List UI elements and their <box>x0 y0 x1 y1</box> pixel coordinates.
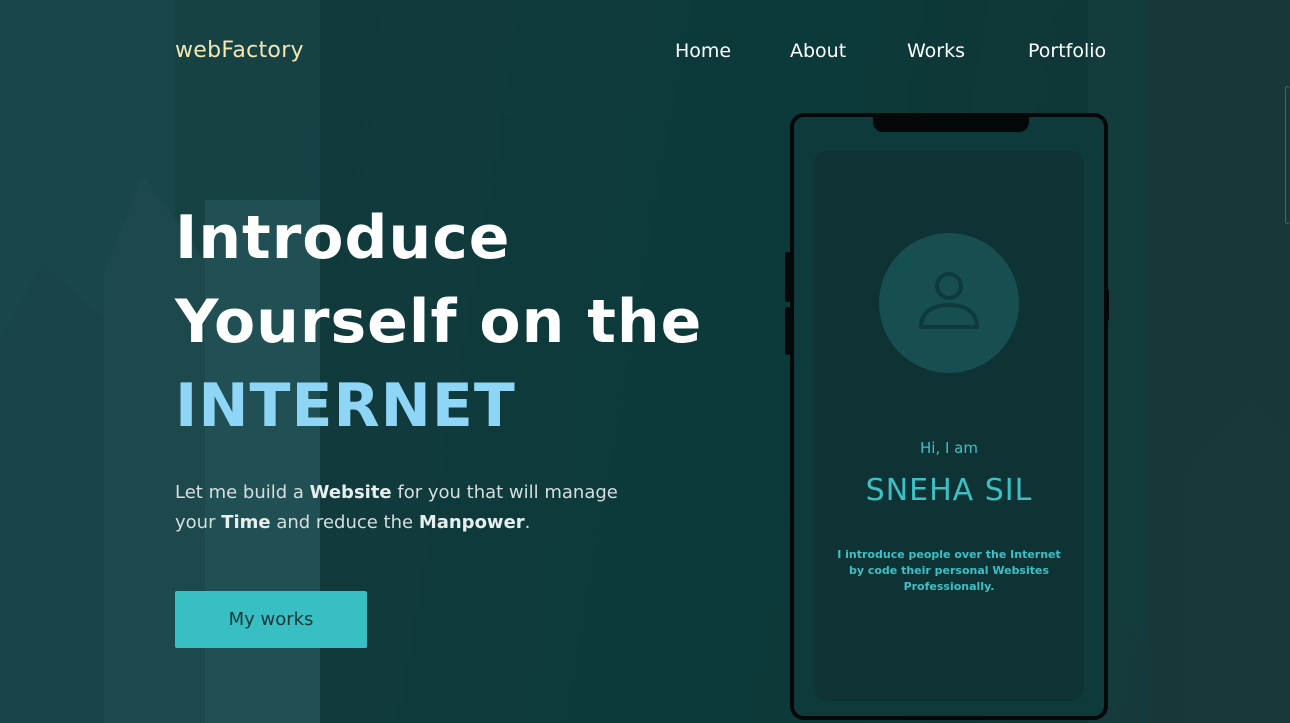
subtitle-text: and reduce the <box>270 512 419 533</box>
phone-mockup: Hi, I am SNEHA SIL I introduce people ov… <box>785 113 1109 720</box>
phone-side-button <box>1104 289 1109 321</box>
scrollbar[interactable] <box>1285 86 1290 224</box>
my-works-button[interactable]: My works <box>175 591 367 648</box>
phone-screen: Hi, I am SNEHA SIL I introduce people ov… <box>814 151 1084 701</box>
main-nav: Home About Works Portfolio <box>0 40 1290 70</box>
hero-headline: Introduce Yourself on the INTERNET <box>175 196 702 448</box>
nav-item-home[interactable]: Home <box>675 40 731 62</box>
phone-notch <box>873 115 1029 132</box>
nav-item-works[interactable]: Works <box>907 40 965 62</box>
greeting-text: Hi, I am <box>920 439 978 457</box>
landing-page: webFactory Home About Works Portfolio In… <box>0 0 1290 723</box>
nav-item-about[interactable]: About <box>790 40 846 62</box>
phone-side-button <box>785 307 790 355</box>
subtitle-text: . <box>524 512 531 533</box>
headline-line-2: Yourself on the <box>175 287 703 357</box>
headline-line-1: Introduce <box>175 203 511 273</box>
nav-item-portfolio[interactable]: Portfolio <box>1028 40 1106 62</box>
headline-accent: INTERNET <box>175 371 516 441</box>
hero-subtitle: Let me build a Website for you that will… <box>175 478 655 538</box>
subtitle-emphasis: Manpower <box>418 512 525 533</box>
user-icon <box>919 272 979 329</box>
phone-side-button <box>785 252 790 302</box>
subtitle-emphasis: Website <box>309 482 392 503</box>
subtitle-emphasis: Time <box>221 512 271 533</box>
subtitle-text: Let me build a <box>175 482 310 503</box>
profile-description: I introduce people over the Internet by … <box>837 548 1061 593</box>
avatar <box>879 233 1019 373</box>
profile-name: SNEHA SIL <box>865 473 1033 508</box>
